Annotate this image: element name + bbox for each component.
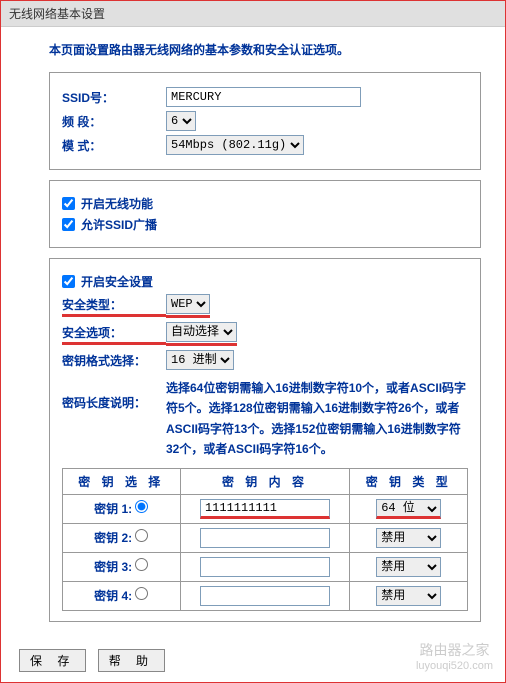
key-row-3: 密钥 3: 禁用 xyxy=(63,552,468,581)
mode-label: 模 式： xyxy=(62,137,166,154)
save-button[interactable]: 保 存 xyxy=(19,649,86,672)
key2-input[interactable] xyxy=(200,528,330,548)
col-content: 密 钥 内 容 xyxy=(180,468,350,494)
help-button[interactable]: 帮 助 xyxy=(98,649,165,672)
key4-radio[interactable] xyxy=(135,587,148,600)
wireless-panel: 开启无线功能 允许SSID广播 xyxy=(49,180,481,248)
watermark: 路由器之家 luyouqi520.com xyxy=(416,641,493,673)
key4-input[interactable] xyxy=(200,586,330,606)
key1-type-select[interactable]: 64 位 xyxy=(376,499,441,519)
length-desc-label: 密码长度说明： xyxy=(62,378,166,411)
key3-input[interactable] xyxy=(200,557,330,577)
mode-select[interactable]: 54Mbps (802.11g) xyxy=(166,135,304,155)
key-table: 密 钥 选 择 密 钥 内 容 密 钥 类 型 密钥 1: 64 位 密钥 2:… xyxy=(62,468,468,611)
enable-security-checkbox[interactable] xyxy=(62,275,75,288)
security-option-select[interactable]: 自动选择 xyxy=(166,322,237,342)
ssid-label: SSID号： xyxy=(62,89,166,106)
key-row-4: 密钥 4: 禁用 xyxy=(63,581,468,610)
enable-wifi-label: 开启无线功能 xyxy=(81,195,153,212)
enable-wifi-checkbox[interactable] xyxy=(62,197,75,210)
intro-text: 本页面设置路由器无线网络的基本参数和安全认证选项。 xyxy=(49,41,481,58)
key3-label: 密钥 3: xyxy=(94,560,132,574)
key2-radio[interactable] xyxy=(135,529,148,542)
basic-panel: SSID号： 频 段： 6 模 式： 54Mbps (802.11g) xyxy=(49,72,481,170)
band-label: 频 段： xyxy=(62,113,166,130)
key2-type-select[interactable]: 禁用 xyxy=(376,528,441,548)
window-header: 无线网络基本设置 xyxy=(1,1,505,27)
watermark-line2: luyouqi520.com xyxy=(416,659,493,673)
ssid-input[interactable] xyxy=(166,87,361,107)
enable-security-label: 开启安全设置 xyxy=(81,273,153,290)
band-select[interactable]: 6 xyxy=(166,111,196,131)
security-option-label: 安全选项： xyxy=(62,324,166,345)
key-row-2: 密钥 2: 禁用 xyxy=(63,523,468,552)
key1-input[interactable] xyxy=(200,499,330,519)
key4-type-select[interactable]: 禁用 xyxy=(376,586,441,606)
security-type-label: 安全类型： xyxy=(62,296,166,317)
key-format-label: 密钥格式选择： xyxy=(62,352,166,369)
watermark-line1: 路由器之家 xyxy=(416,641,493,659)
footer-buttons: 保 存 帮 助 xyxy=(19,649,173,672)
settings-window: 无线网络基本设置 本页面设置路由器无线网络的基本参数和安全认证选项。 SSID号… xyxy=(0,0,506,683)
key2-label: 密钥 2: xyxy=(94,531,132,545)
enable-broadcast-checkbox[interactable] xyxy=(62,218,75,231)
col-select: 密 钥 选 择 xyxy=(63,468,181,494)
key-row-1: 密钥 1: 64 位 xyxy=(63,494,468,523)
key-format-select[interactable]: 16 进制 xyxy=(166,350,234,370)
col-type: 密 钥 类 型 xyxy=(350,468,468,494)
window-title: 无线网络基本设置 xyxy=(9,7,105,21)
length-desc-text: 选择64位密钥需输入16进制数字符10个，或者ASCII码字符5个。选择128位… xyxy=(166,378,468,460)
security-panel: 开启安全设置 安全类型： WEP 安全选项： 自动选择 密钥格式选择： 16 进… xyxy=(49,258,481,622)
key4-label: 密钥 4: xyxy=(94,589,132,603)
key3-radio[interactable] xyxy=(135,558,148,571)
key3-type-select[interactable]: 禁用 xyxy=(376,557,441,577)
enable-broadcast-label: 允许SSID广播 xyxy=(81,216,157,233)
key1-label: 密钥 1: xyxy=(94,502,132,516)
key1-radio[interactable] xyxy=(135,500,148,513)
content-area: 本页面设置路由器无线网络的基本参数和安全认证选项。 SSID号： 频 段： 6 … xyxy=(1,27,505,682)
key-table-header: 密 钥 选 择 密 钥 内 容 密 钥 类 型 xyxy=(63,468,468,494)
security-type-select[interactable]: WEP xyxy=(166,294,210,314)
